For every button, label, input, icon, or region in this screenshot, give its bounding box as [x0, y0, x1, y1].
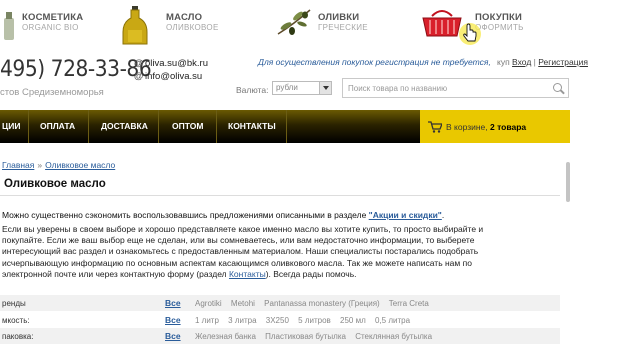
filter-option[interactable]: 1 литр [195, 316, 219, 325]
last-line-post: ). Всегда рады помочь. [265, 268, 357, 279]
chevron-down-icon[interactable] [319, 82, 331, 94]
last-line-pre: электронной почте или через контактную ф… [2, 268, 227, 279]
cart-icon [428, 121, 442, 133]
email-icon: @ [134, 58, 144, 69]
intro-text: Можно существенно сэкономить воспользова… [2, 210, 367, 220]
nav-divider [286, 110, 287, 143]
description-line: интересующий вас раздел и ознакомьтесь с… [2, 246, 479, 257]
scrollbar-thumb[interactable] [566, 162, 570, 202]
promotions-link[interactable]: "Акции и скидки" [369, 210, 442, 220]
olive-branch-icon [277, 9, 311, 35]
search-input[interactable]: Поиск товара по названию [342, 78, 569, 98]
filter-option[interactable]: 3X250 [266, 316, 289, 325]
auth-links: куп Вход | Регистрация [497, 57, 588, 67]
login-prefix: куп [497, 57, 510, 67]
phone-number: 495) 728-33-86 [0, 57, 152, 82]
nav-item-contacts[interactable]: КОНТАКТЫ [228, 121, 276, 131]
category-cosmetics[interactable]: КОСМЕТИКА ORGANIC BIO [0, 4, 110, 44]
nav-item-wholesale[interactable]: ОПТОМ [172, 121, 203, 131]
category-title: КОСМЕТИКА [22, 12, 84, 23]
filter-options: 1 литр 3 литра 3X250 5 литров 250 мл 0,5… [195, 316, 417, 325]
nav-item-promotions[interactable]: ЦИИ [2, 121, 20, 131]
category-subtitle: ORGANIC BIO [22, 23, 79, 32]
currency-select[interactable]: рубли [272, 81, 332, 95]
search-placeholder: Поиск товара по названию [348, 84, 448, 93]
filter-row-volume: мкость: Все 1 литр 3 литра 3X250 5 литро… [0, 312, 560, 328]
title-divider [0, 195, 560, 196]
cosmetics-bottle-icon [4, 12, 14, 40]
category-title: ОЛИВКИ [318, 12, 360, 23]
description-line: покупайте. Если же ваш выбор еще не сдел… [2, 235, 475, 246]
oil-bottle-icon [122, 6, 148, 45]
page-title: Оливковое масло [4, 178, 106, 190]
nav-divider [216, 110, 217, 143]
currency-label: Валюта: [236, 85, 269, 95]
category-title: МАСЛО [166, 12, 203, 23]
cart-prefix: В корзине, [446, 122, 488, 132]
email-link-1[interactable]: @ oliva.su@bk.ru [134, 58, 208, 69]
filter-all-link[interactable]: Все [165, 298, 181, 308]
filter-option[interactable]: 3 литра [228, 316, 256, 325]
filter-option[interactable]: Пластиковая бутылка [265, 332, 346, 341]
filter-label: ренды [2, 299, 26, 308]
cart-summary[interactable]: В корзине, 2 товара [420, 110, 570, 143]
filter-options: Железная банка Пластиковая бутылка Стекл… [195, 332, 439, 341]
nav-divider [158, 110, 159, 143]
description-line: исчерпывающую информацию по основным асп… [2, 257, 472, 268]
currency-value: рубли [276, 83, 298, 92]
page-scrollbar[interactable] [564, 150, 572, 360]
nav-item-delivery[interactable]: ДОСТАВКА [101, 121, 148, 131]
search-icon[interactable] [553, 83, 562, 92]
auth-separator: | [533, 57, 536, 67]
nav-divider [28, 110, 29, 143]
breadcrumb-home[interactable]: Главная [2, 160, 34, 170]
filter-option[interactable]: 0,5 литра [375, 316, 410, 325]
breadcrumb-current[interactable]: Оливковое масло [45, 160, 115, 170]
category-subtitle: ГРЕЧЕСКИЕ [318, 23, 368, 32]
registration-note: Для осуществления покупок регистрация не… [258, 57, 491, 67]
filter-all-link[interactable]: Все [165, 331, 181, 341]
nav-item-payment[interactable]: ОПЛАТА [40, 121, 75, 131]
nav-divider [88, 110, 89, 143]
filter-option[interactable]: 250 мл [340, 316, 366, 325]
filter-all-link[interactable]: Все [165, 315, 181, 325]
email-address: info@oliva.su [145, 71, 203, 82]
filter-label: мкость: [2, 316, 30, 325]
description-text: Если вы уверены в своем выборе и хорошо … [2, 224, 562, 280]
description-line: Если вы уверены в своем выборе и хорошо … [2, 224, 484, 234]
category-oil[interactable]: МАСЛО ОЛИВКОВОЕ [118, 4, 228, 45]
filter-option[interactable]: Terra Creta [389, 299, 429, 308]
email-icon: @ [134, 71, 144, 82]
category-strip: КОСМЕТИКА ORGANIC BIO МАСЛО ОЛИВКОВОЕ ОЛ… [0, 0, 640, 50]
cart-count: 2 товара [490, 122, 527, 132]
filter-label: паковка: [2, 332, 34, 341]
filter-option[interactable]: Стеклянная бутылка [355, 332, 432, 341]
filter-option[interactable]: Pantanassa monastery (Греция) [264, 299, 380, 308]
store-tagline: стов Средиземноморья [0, 87, 104, 98]
breadcrumb: Главная» Оливковое масло [2, 160, 115, 170]
intro-end: . [441, 210, 445, 220]
filter-option[interactable]: Metohi [231, 299, 255, 308]
cart-text: В корзине, 2 товара [446, 122, 526, 132]
email-address: oliva.su@bk.ru [145, 58, 208, 69]
filter-options: Agrotiki Metohi Pantanassa monastery (Гр… [195, 299, 436, 308]
filter-row-brands: ренды Все Agrotiki Metohi Pantanassa mon… [0, 295, 560, 311]
login-link[interactable]: Вход [512, 57, 531, 67]
contacts-link[interactable]: Контакты [229, 269, 266, 279]
intro-paragraph: Можно существенно сэкономить воспользова… [2, 210, 444, 220]
filter-option[interactable]: Железная банка [195, 332, 256, 341]
breadcrumb-separator: » [37, 160, 43, 170]
category-subtitle: ОЛИВКОВОЕ [166, 23, 219, 32]
filter-option[interactable]: Agrotiki [195, 299, 222, 308]
category-olives[interactable]: ОЛИВКИ ГРЕЧЕСКИЕ [268, 4, 388, 44]
filter-row-packaging: паковка: Все Железная банка Пластиковая … [0, 328, 560, 344]
register-link[interactable]: Регистрация [538, 57, 588, 67]
description-line-last: электронной почте или через контактную ф… [2, 269, 562, 280]
hand-cursor-icon [459, 23, 481, 45]
filter-option[interactable]: 5 литров [298, 316, 331, 325]
email-link-2[interactable]: @ info@oliva.su [134, 71, 202, 82]
